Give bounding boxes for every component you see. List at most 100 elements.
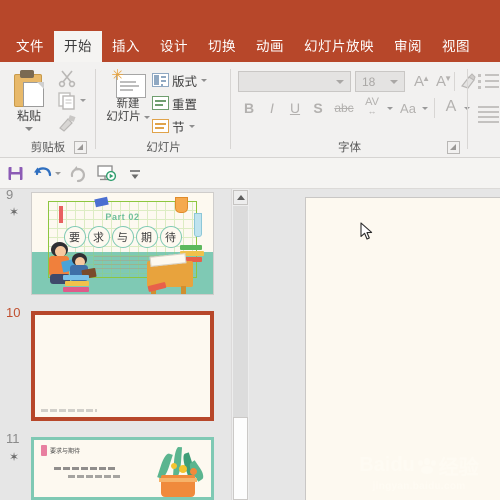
underline-button[interactable]: U: [285, 98, 305, 118]
slide-canvas[interactable]: [305, 197, 500, 500]
ribbon-tab-animations[interactable]: 动画: [246, 31, 294, 62]
decrease-font-size-button[interactable]: A ▼: [431, 72, 452, 91]
ribbon-group-font: 18 A ▲ A ▼ B I U S abc AV ↔ Aa A 字体: [231, 62, 476, 158]
slide-9-preview: Part 02 要 求 与 期 待: [32, 193, 213, 294]
slide-11-text-line-1: [54, 467, 116, 470]
bold-button[interactable]: B: [239, 98, 259, 118]
group-label-slides: 幻灯片: [146, 142, 181, 154]
character-spacing-button[interactable]: AV ↔: [359, 95, 385, 117]
font-divider-2: [434, 98, 435, 118]
slide-thumbnail-pane[interactable]: 9 ✶ Part 02 要 求 与 期 待 10 11 ✶ 要求与期待: [0, 189, 231, 500]
slide-number-9: 9: [6, 189, 14, 202]
reset-icon: [152, 95, 169, 111]
ribbon-tab-file[interactable]: 文件: [6, 31, 54, 62]
layout-icon: [152, 72, 169, 88]
ribbon-tab-slideshow[interactable]: 幻灯片放映: [294, 31, 384, 62]
section-button[interactable]: 节: [152, 116, 195, 136]
title-char: 求: [87, 226, 110, 249]
paste-icon: [12, 70, 46, 107]
ribbon-tab-transitions[interactable]: 切换: [198, 31, 246, 62]
strikethrough-button[interactable]: abc: [331, 98, 357, 118]
change-case-chevron-down-icon[interactable]: [422, 107, 428, 110]
desk-illustration: [147, 260, 194, 294]
ribbon-group-slides: ✳ 新建 幻灯片 版式 重置 节 幻灯片: [96, 62, 231, 158]
clipboard-dialog-launcher[interactable]: [74, 141, 87, 154]
slideshow-icon: [97, 165, 117, 182]
ribbon-tab-bar: 文件 开始 插入 设计 切换 动画 幻灯片放映 审阅 视图: [0, 31, 500, 62]
font-name-input[interactable]: [238, 71, 351, 92]
change-case-button[interactable]: Aa: [396, 98, 420, 118]
bookmark-icon: [41, 445, 47, 456]
paste-button[interactable]: 粘贴: [6, 68, 52, 142]
customize-quick-access-button[interactable]: [126, 164, 144, 183]
save-button[interactable]: [5, 164, 25, 183]
slide-thumbnail-11[interactable]: 要求与期待: [31, 437, 214, 500]
ribbon-group-paragraph: [468, 62, 500, 158]
ribbon-tab-review[interactable]: 审阅: [384, 31, 432, 62]
ribbon-tab-insert[interactable]: 插入: [102, 31, 150, 62]
font-color-button[interactable]: A: [440, 96, 462, 118]
paste-label: 粘贴: [16, 109, 41, 123]
scissors-icon: [58, 70, 76, 88]
ribbon-tab-view[interactable]: 视图: [432, 31, 480, 62]
new-slide-button[interactable]: ✳ 新建 幻灯片: [104, 68, 152, 142]
text-shadow-button[interactable]: S: [308, 98, 328, 118]
group-label-font: 字体: [338, 142, 361, 154]
font-dialog-launcher[interactable]: [447, 141, 460, 154]
increase-font-size-button[interactable]: A ▲: [409, 72, 430, 91]
powerpoint-window: 文件 开始 插入 设计 切换 动画 幻灯片放映 审阅 视图 粘贴 剪贴板 ✳ 新…: [0, 0, 500, 500]
font-size-chevron-down-icon[interactable]: [390, 79, 398, 84]
undo-button[interactable]: [32, 164, 54, 183]
ribbon-tab-home[interactable]: 开始: [54, 31, 102, 62]
format-painter-button[interactable]: [56, 114, 78, 134]
slide-thumbnail-10[interactable]: [31, 311, 214, 421]
title-char: 与: [111, 226, 134, 249]
copy-dropdown-chevron-down-icon[interactable]: [80, 99, 86, 102]
new-slide-label-line2: 幻灯片: [106, 111, 141, 123]
cut-button[interactable]: [56, 68, 78, 88]
italic-button[interactable]: I: [262, 98, 282, 118]
reset-button[interactable]: 重置: [152, 93, 197, 113]
font-divider: [454, 72, 455, 91]
layout-chevron-down-icon[interactable]: [201, 78, 208, 82]
format-painter-icon: [59, 115, 76, 132]
layout-label: 版式: [172, 74, 198, 89]
title-char: 期: [135, 226, 158, 249]
thumbnail-scrollbar[interactable]: [231, 189, 249, 500]
font-size-input[interactable]: 18: [355, 71, 405, 92]
new-slide-chevron-down-icon[interactable]: [143, 116, 150, 119]
undo-chevron-down-icon[interactable]: [55, 172, 61, 175]
slide-11-text-line-2: [68, 475, 120, 478]
title-bar: [0, 0, 500, 31]
layout-button[interactable]: 版式: [152, 70, 208, 90]
slide-11-title: 要求与期待: [50, 449, 81, 455]
ribbon-group-clipboard: 粘贴 剪贴板: [0, 62, 96, 158]
cursor-arrow-icon: [360, 222, 373, 240]
change-case-label: Aa: [400, 100, 416, 116]
grow-font-icon: A ▲: [413, 73, 430, 90]
bullets-icon: [478, 74, 481, 77]
character-spacing-chevron-down-icon[interactable]: [387, 107, 393, 110]
new-slide-label-line1: 新建: [116, 98, 140, 110]
copy-button[interactable]: [56, 91, 78, 111]
redo-button[interactable]: [66, 164, 88, 183]
bold-label: B: [243, 100, 255, 116]
customize-chevron-icon: [130, 169, 140, 179]
shadow-label: S: [313, 100, 323, 116]
flask-decoration-icon: [174, 197, 188, 214]
save-icon: [8, 167, 22, 180]
spacing-arrows-icon: ↔: [367, 106, 377, 116]
scrollbar-thumb[interactable]: [233, 417, 248, 500]
ribbon-tab-design[interactable]: 设计: [150, 31, 198, 62]
slide-10-preview: [35, 315, 210, 417]
font-name-chevron-down-icon[interactable]: [336, 79, 344, 84]
start-slideshow-button[interactable]: [95, 164, 119, 183]
font-size-value: 18: [362, 74, 376, 89]
chevron-down-icon[interactable]: [25, 127, 33, 131]
slide-number-10: 10: [6, 305, 21, 320]
ribbon-body: 粘贴 剪贴板 ✳ 新建 幻灯片 版式 重置 节 幻灯片 18 A ▲ A ▼ B…: [0, 62, 500, 158]
scroll-up-button[interactable]: [233, 190, 248, 205]
quick-access-toolbar: [0, 158, 500, 189]
slide-thumbnail-9[interactable]: Part 02 要 求 与 期 待: [31, 192, 214, 295]
section-chevron-down-icon[interactable]: [188, 124, 195, 128]
